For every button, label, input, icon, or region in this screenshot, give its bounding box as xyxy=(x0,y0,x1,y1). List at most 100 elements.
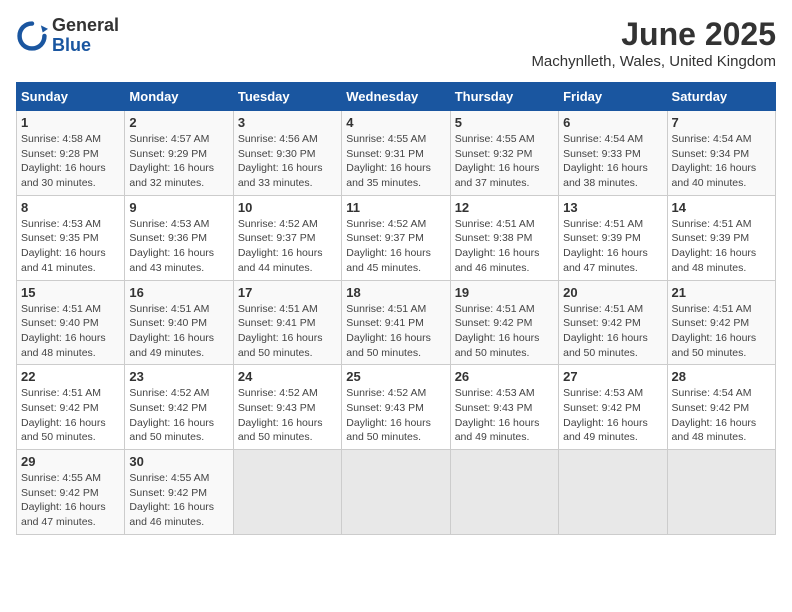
day-number: 9 xyxy=(129,200,228,215)
table-cell: 15 Sunrise: 4:51 AM Sunset: 9:40 PM Dayli… xyxy=(17,280,125,365)
logo-text: General Blue xyxy=(52,16,119,56)
table-cell: 11 Sunrise: 4:52 AM Sunset: 9:37 PM Dayli… xyxy=(342,195,450,280)
day-number: 30 xyxy=(129,454,228,469)
page-header: General Blue June 2025 Machynlleth, Wale… xyxy=(16,16,776,70)
table-cell: 3 Sunrise: 4:56 AM Sunset: 9:30 PM Daylig… xyxy=(233,111,341,196)
day-info: Sunrise: 4:51 AM Sunset: 9:40 PM Dayligh… xyxy=(129,302,228,361)
day-info: Sunrise: 4:56 AM Sunset: 9:30 PM Dayligh… xyxy=(238,132,337,191)
table-cell: 2 Sunrise: 4:57 AM Sunset: 9:29 PM Daylig… xyxy=(125,111,233,196)
day-number: 12 xyxy=(455,200,554,215)
table-cell: 23 Sunrise: 4:52 AM Sunset: 9:42 PM Dayli… xyxy=(125,365,233,450)
day-info: Sunrise: 4:51 AM Sunset: 9:42 PM Dayligh… xyxy=(672,302,771,361)
table-cell xyxy=(342,450,450,535)
day-info: Sunrise: 4:54 AM Sunset: 9:33 PM Dayligh… xyxy=(563,132,662,191)
day-info: Sunrise: 4:55 AM Sunset: 9:42 PM Dayligh… xyxy=(129,471,228,530)
day-info: Sunrise: 4:55 AM Sunset: 9:32 PM Dayligh… xyxy=(455,132,554,191)
table-cell: 29Sunrise: 4:55 AM Sunset: 9:42 PM Dayli… xyxy=(17,450,125,535)
day-info: Sunrise: 4:51 AM Sunset: 9:38 PM Dayligh… xyxy=(455,217,554,276)
table-cell: 18 Sunrise: 4:51 AM Sunset: 9:41 PM Dayli… xyxy=(342,280,450,365)
table-cell xyxy=(233,450,341,535)
table-cell xyxy=(667,450,775,535)
day-info: Sunrise: 4:53 AM Sunset: 9:36 PM Dayligh… xyxy=(129,217,228,276)
day-number: 8 xyxy=(21,200,120,215)
day-info: Sunrise: 4:53 AM Sunset: 9:35 PM Dayligh… xyxy=(21,217,120,276)
calendar-row: 15 Sunrise: 4:51 AM Sunset: 9:40 PM Dayli… xyxy=(17,280,776,365)
day-number: 17 xyxy=(238,285,337,300)
calendar-row: 29Sunrise: 4:55 AM Sunset: 9:42 PM Dayli… xyxy=(17,450,776,535)
day-info: Sunrise: 4:55 AM Sunset: 9:42 PM Dayligh… xyxy=(21,471,120,530)
table-cell: 8 Sunrise: 4:53 AM Sunset: 9:35 PM Daylig… xyxy=(17,195,125,280)
day-info: Sunrise: 4:51 AM Sunset: 9:41 PM Dayligh… xyxy=(238,302,337,361)
table-cell: 1Sunrise: 4:58 AM Sunset: 9:28 PM Daylig… xyxy=(17,111,125,196)
day-number: 25 xyxy=(346,369,445,384)
day-info: Sunrise: 4:52 AM Sunset: 9:43 PM Dayligh… xyxy=(346,386,445,445)
day-info: Sunrise: 4:51 AM Sunset: 9:42 PM Dayligh… xyxy=(455,302,554,361)
day-number: 5 xyxy=(455,115,554,130)
table-cell: 12 Sunrise: 4:51 AM Sunset: 9:38 PM Dayli… xyxy=(450,195,558,280)
table-cell: 4 Sunrise: 4:55 AM Sunset: 9:31 PM Daylig… xyxy=(342,111,450,196)
calendar-header-row: Sunday Monday Tuesday Wednesday Thursday… xyxy=(17,83,776,111)
day-info: Sunrise: 4:51 AM Sunset: 9:39 PM Dayligh… xyxy=(563,217,662,276)
day-info: Sunrise: 4:51 AM Sunset: 9:41 PM Dayligh… xyxy=(346,302,445,361)
day-number: 13 xyxy=(563,200,662,215)
day-info: Sunrise: 4:54 AM Sunset: 9:42 PM Dayligh… xyxy=(672,386,771,445)
col-thursday: Thursday xyxy=(450,83,558,111)
day-number: 28 xyxy=(672,369,771,384)
table-cell: 7Sunrise: 4:54 AM Sunset: 9:34 PM Daylig… xyxy=(667,111,775,196)
day-info: Sunrise: 4:54 AM Sunset: 9:34 PM Dayligh… xyxy=(672,132,771,191)
day-number: 18 xyxy=(346,285,445,300)
day-info: Sunrise: 4:51 AM Sunset: 9:39 PM Dayligh… xyxy=(672,217,771,276)
table-cell: 30 Sunrise: 4:55 AM Sunset: 9:42 PM Dayli… xyxy=(125,450,233,535)
col-wednesday: Wednesday xyxy=(342,83,450,111)
day-number: 27 xyxy=(563,369,662,384)
day-number: 10 xyxy=(238,200,337,215)
table-cell: 5 Sunrise: 4:55 AM Sunset: 9:32 PM Daylig… xyxy=(450,111,558,196)
day-info: Sunrise: 4:52 AM Sunset: 9:43 PM Dayligh… xyxy=(238,386,337,445)
day-number: 11 xyxy=(346,200,445,215)
table-cell: 14 Sunrise: 4:51 AM Sunset: 9:39 PM Dayli… xyxy=(667,195,775,280)
calendar-row: 8 Sunrise: 4:53 AM Sunset: 9:35 PM Daylig… xyxy=(17,195,776,280)
day-number: 6 xyxy=(563,115,662,130)
table-cell: 28 Sunrise: 4:54 AM Sunset: 9:42 PM Dayli… xyxy=(667,365,775,450)
day-info: Sunrise: 4:51 AM Sunset: 9:42 PM Dayligh… xyxy=(21,386,120,445)
day-info: Sunrise: 4:53 AM Sunset: 9:43 PM Dayligh… xyxy=(455,386,554,445)
day-number: 2 xyxy=(129,115,228,130)
day-info: Sunrise: 4:55 AM Sunset: 9:31 PM Dayligh… xyxy=(346,132,445,191)
day-info: Sunrise: 4:52 AM Sunset: 9:42 PM Dayligh… xyxy=(129,386,228,445)
day-info: Sunrise: 4:52 AM Sunset: 9:37 PM Dayligh… xyxy=(346,217,445,276)
table-cell xyxy=(450,450,558,535)
day-number: 21 xyxy=(672,285,771,300)
table-cell: 10 Sunrise: 4:52 AM Sunset: 9:37 PM Dayli… xyxy=(233,195,341,280)
page-subtitle: Machynlleth, Wales, United Kingdom xyxy=(531,53,776,70)
col-tuesday: Tuesday xyxy=(233,83,341,111)
table-cell: 22Sunrise: 4:51 AM Sunset: 9:42 PM Dayli… xyxy=(17,365,125,450)
day-info: Sunrise: 4:53 AM Sunset: 9:42 PM Dayligh… xyxy=(563,386,662,445)
table-cell xyxy=(559,450,667,535)
page-title: June 2025 xyxy=(531,16,776,53)
logo: General Blue xyxy=(16,16,119,56)
table-cell: 6 Sunrise: 4:54 AM Sunset: 9:33 PM Daylig… xyxy=(559,111,667,196)
table-cell: 17 Sunrise: 4:51 AM Sunset: 9:41 PM Dayli… xyxy=(233,280,341,365)
day-number: 1 xyxy=(21,115,120,130)
day-number: 20 xyxy=(563,285,662,300)
day-number: 15 xyxy=(21,285,120,300)
table-cell: 9 Sunrise: 4:53 AM Sunset: 9:36 PM Daylig… xyxy=(125,195,233,280)
day-number: 14 xyxy=(672,200,771,215)
day-info: Sunrise: 4:51 AM Sunset: 9:40 PM Dayligh… xyxy=(21,302,120,361)
day-number: 3 xyxy=(238,115,337,130)
col-saturday: Saturday xyxy=(667,83,775,111)
day-info: Sunrise: 4:52 AM Sunset: 9:37 PM Dayligh… xyxy=(238,217,337,276)
day-number: 19 xyxy=(455,285,554,300)
day-number: 23 xyxy=(129,369,228,384)
table-cell: 21 Sunrise: 4:51 AM Sunset: 9:42 PM Dayli… xyxy=(667,280,775,365)
day-number: 24 xyxy=(238,369,337,384)
table-cell: 20Sunrise: 4:51 AM Sunset: 9:42 PM Dayli… xyxy=(559,280,667,365)
title-block: June 2025 Machynlleth, Wales, United Kin… xyxy=(531,16,776,70)
table-cell: 26Sunrise: 4:53 AM Sunset: 9:43 PM Dayli… xyxy=(450,365,558,450)
col-monday: Monday xyxy=(125,83,233,111)
logo-icon xyxy=(16,20,48,52)
col-sunday: Sunday xyxy=(17,83,125,111)
table-cell: 27 Sunrise: 4:53 AM Sunset: 9:42 PM Dayli… xyxy=(559,365,667,450)
day-number: 4 xyxy=(346,115,445,130)
day-info: Sunrise: 4:57 AM Sunset: 9:29 PM Dayligh… xyxy=(129,132,228,191)
